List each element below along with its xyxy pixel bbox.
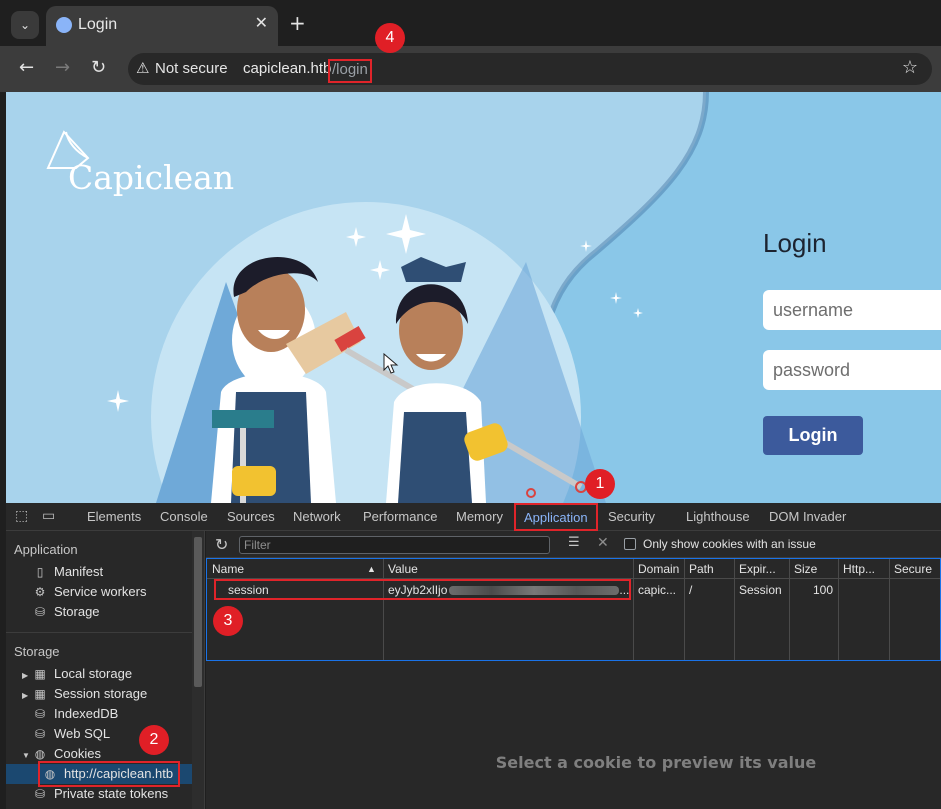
sidebar-item-manifest[interactable]: ▯ Manifest (32, 562, 103, 582)
sidebar-heading-application: Application (14, 542, 78, 557)
clear-all-cookies-icon[interactable]: ☰ (568, 535, 580, 550)
sidebar-divider (6, 632, 192, 633)
expand-arrow-icon[interactable]: ▶ (22, 666, 30, 686)
database-icon: ⛁ (34, 605, 46, 619)
sidebar-item-private-state-tokens[interactable]: ⛁ Private state tokens (32, 784, 168, 804)
annotation-badge-1: 1 (585, 469, 615, 499)
column-divider (838, 559, 839, 660)
cookie-preview-placeholder: Select a cookie to preview its value (495, 753, 817, 772)
devtools-tab-lighthouse[interactable]: Lighthouse (686, 509, 750, 524)
cookie-domain: capic... (638, 583, 677, 597)
login-heading: Login (763, 228, 827, 258)
annotation-badge-2: 2 (139, 725, 169, 755)
brand-logo-text: Capiclean (68, 158, 235, 197)
sort-ascending-icon[interactable]: ▲ (367, 564, 376, 574)
column-header-secure[interactable]: Secure (894, 562, 932, 576)
column-divider (633, 559, 634, 660)
login-page: Capiclean Login Login (6, 92, 941, 503)
bookmark-star-icon[interactable]: ☆ (902, 57, 918, 78)
devtools-tab-security[interactable]: Security (608, 509, 655, 524)
table-icon: ▦ (34, 687, 46, 701)
annotation-badge-4: 4 (375, 23, 405, 53)
sidebar-heading-storage: Storage (14, 644, 60, 659)
table-icon: ▦ (34, 667, 46, 681)
devtools-tab-application[interactable]: Application (514, 503, 598, 531)
sidebar-item-session-storage[interactable]: ▶ ▦ Session storage (22, 684, 147, 704)
database-icon: ⛁ (34, 727, 46, 741)
cookie-path: / (689, 583, 693, 597)
close-tab-icon[interactable]: ✕ (255, 13, 268, 32)
sidebar-item-web-sql[interactable]: ⛁ Web SQL (32, 724, 110, 744)
new-tab-icon[interactable]: + (289, 13, 306, 33)
only-issues-checkbox[interactable] (624, 538, 636, 550)
devtools-tab-elements[interactable]: Elements (87, 509, 141, 524)
column-header-domain[interactable]: Domain (638, 562, 679, 576)
reload-icon[interactable]: ↻ (91, 58, 106, 78)
expand-arrow-icon[interactable]: ▶ (22, 686, 30, 706)
scrollbar-thumb[interactable] (194, 537, 202, 687)
devtools-tab-dom-invader[interactable]: DOM Invader (769, 509, 846, 524)
url-host: capiclean.htb (243, 60, 332, 77)
database-icon: ⛁ (34, 707, 46, 721)
back-icon[interactable]: ← (19, 58, 34, 78)
column-header-value[interactable]: Value (388, 562, 418, 576)
annotation-badge-3: 3 (213, 606, 243, 636)
devtools-tab-bar: ⬚ ▭ Elements Console Sources Network Per… (6, 503, 941, 531)
column-divider (889, 559, 890, 660)
column-header-name[interactable]: Name (212, 562, 244, 576)
refresh-icon[interactable]: ↻ (215, 535, 228, 554)
sidebar-item-local-storage[interactable]: ▶ ▦ Local storage (22, 664, 132, 684)
sidebar-item-storage[interactable]: ⛁ Storage (32, 602, 100, 622)
cookies-table: Name ▲ Value Domain Path Expir... Size H… (206, 558, 941, 661)
cookie-size: 100 (813, 583, 834, 597)
tab-title: Login (78, 16, 118, 33)
device-toolbar-icon[interactable]: ▭ (42, 508, 55, 524)
sidebar-item-indexeddb[interactable]: ⛁ IndexedDB (32, 704, 118, 724)
username-input[interactable] (763, 290, 941, 330)
cookies-panel: ↻ ☰ ✕ Only show cookies with an issue Na… (206, 531, 941, 809)
security-indicator[interactable]: Not secure (155, 60, 228, 77)
column-header-path[interactable]: Path (689, 562, 714, 576)
forward-icon[interactable]: → (55, 58, 70, 78)
devtools-tab-network[interactable]: Network (293, 509, 341, 524)
only-issues-label: Only show cookies with an issue (643, 537, 816, 551)
column-divider (684, 559, 685, 660)
column-divider (789, 559, 790, 660)
browser-tab[interactable]: Login ✕ (46, 6, 278, 46)
session-row-highlight-box (214, 579, 631, 600)
tab-search-chevron-icon[interactable]: ⌄ (11, 11, 39, 39)
devtools-tab-console[interactable]: Console (160, 509, 208, 524)
tab-strip: ⌄ Login ✕ + (0, 0, 941, 46)
url-path: /login (328, 59, 372, 83)
cookie-filter-input[interactable] (239, 536, 550, 554)
column-header-expires[interactable]: Expir... (739, 562, 776, 576)
document-icon: ▯ (36, 565, 44, 579)
devtools-tab-memory[interactable]: Memory (456, 509, 503, 524)
database-icon: ⛁ (34, 787, 46, 801)
collapse-arrow-icon[interactable]: ▼ (22, 746, 30, 766)
login-button[interactable]: Login (763, 416, 863, 455)
cookie-expires: Session (739, 583, 782, 597)
warning-triangle-icon[interactable]: ⚠ (136, 59, 149, 77)
favicon-icon (56, 17, 72, 33)
delete-selected-icon[interactable]: ✕ (597, 535, 609, 551)
column-divider (734, 559, 735, 660)
application-sidebar: Application ▯ Manifest ⚙ Service workers ⛁… (6, 531, 205, 809)
sidebar-item-service-workers[interactable]: ⚙ Service workers (32, 582, 147, 602)
inspect-element-icon[interactable]: ⬚ (15, 508, 28, 524)
devtools-tab-performance[interactable]: Performance (363, 509, 437, 524)
gear-icon: ⚙ (34, 585, 46, 599)
sidebar-scrollbar[interactable] (192, 531, 204, 809)
column-header-size[interactable]: Size (794, 562, 817, 576)
cookies-toolbar: ↻ ☰ ✕ Only show cookies with an issue (206, 531, 941, 558)
column-header-httponly[interactable]: Http... (843, 562, 875, 576)
devtools-tab-sources[interactable]: Sources (227, 509, 275, 524)
browser-toolbar: ← → ↻ ⚠ Not secure capiclean.htb /login … (0, 46, 941, 92)
address-bar[interactable]: ⚠ Not secure capiclean.htb /login ☆ (128, 53, 932, 85)
password-input[interactable] (763, 350, 941, 390)
column-divider (383, 559, 384, 660)
